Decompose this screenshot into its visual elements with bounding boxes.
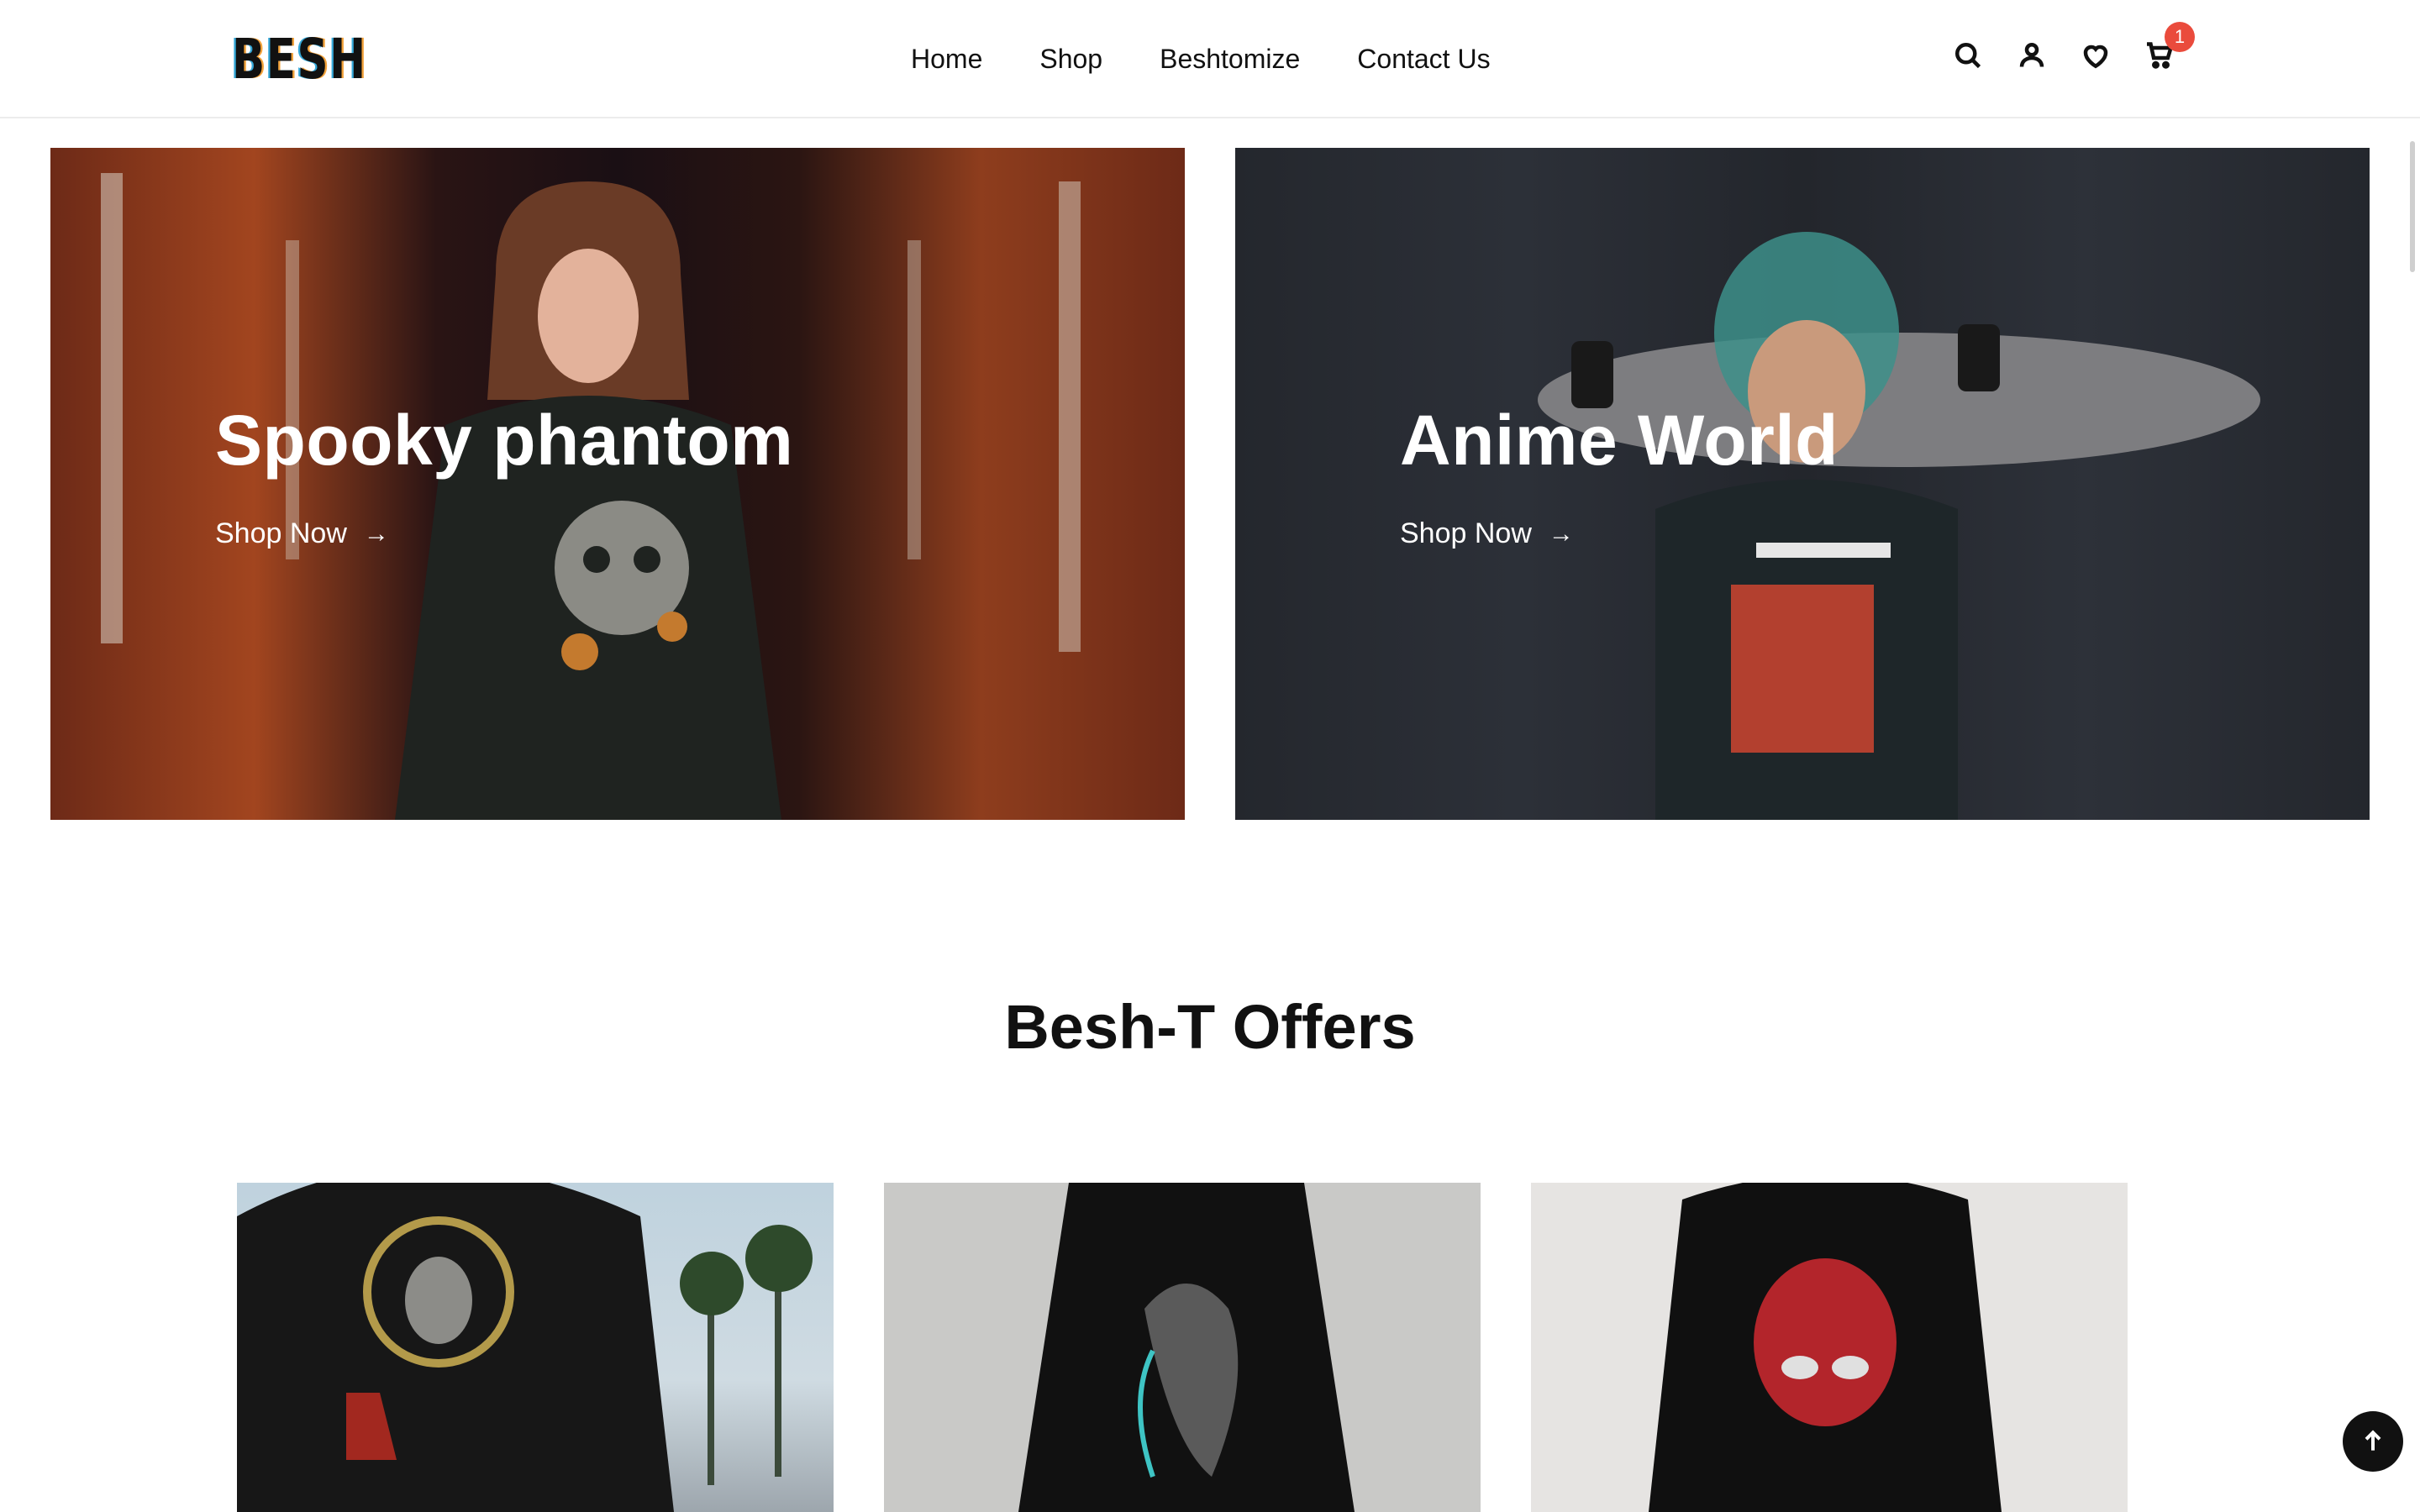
product-card[interactable] (1531, 1183, 2128, 1512)
product-image-hoodie (1018, 1183, 1355, 1512)
logo[interactable]: BESH (232, 30, 405, 89)
banner-title: Anime World (1400, 401, 1839, 480)
nav-home[interactable]: Home (911, 37, 982, 81)
shop-now-label: Shop Now (215, 517, 347, 549)
nav-contact-us[interactable]: Contact Us (1357, 37, 1490, 81)
arrow-up-icon (2365, 1430, 2381, 1451)
nav-shop[interactable]: Shop (1039, 37, 1102, 81)
shop-now-link[interactable]: Shop Now → (215, 517, 389, 550)
banner-anime-world[interactable]: Anime World Shop Now → (1235, 148, 2370, 820)
wishlist-button[interactable] (2077, 37, 2114, 74)
account-icon (2019, 43, 2044, 67)
cart-button[interactable]: 1 (2141, 22, 2195, 74)
product-card[interactable] (884, 1183, 1481, 1512)
product-card[interactable] (237, 1183, 834, 1512)
banner-image-sweatshirt-model (101, 173, 1081, 820)
header-actions: 1 (1949, 22, 2205, 74)
account-button[interactable] (2013, 37, 2050, 74)
back-to-top-button[interactable] (2343, 1411, 2403, 1472)
section-title-offers: Besh-T Offers (1004, 992, 1416, 1062)
site-header: BESH Home Shop Beshtomize Contact Us 1 (0, 0, 2420, 118)
cart-count-badge: 1 (2165, 22, 2195, 52)
shop-now-label: Shop Now (1400, 517, 1532, 549)
logo-text: BESH (232, 27, 367, 92)
scrollbar[interactable] (2410, 141, 2415, 272)
heart-icon (2083, 45, 2108, 69)
banner-title: Spooky phantom (215, 401, 794, 480)
product-image-hoodie (237, 1183, 813, 1512)
banner-spooky-phantom[interactable]: Spooky phantom Shop Now → (50, 148, 1185, 820)
banner-image-tshirt-model (1538, 232, 2260, 820)
search-button[interactable] (1949, 37, 1986, 74)
search-icon (1955, 43, 1981, 69)
shop-now-link[interactable]: Shop Now → (1400, 517, 1574, 550)
product-image-hoodie (1649, 1183, 2002, 1512)
arrow-right-icon: → (1548, 519, 1574, 548)
arrow-right-icon: → (363, 519, 389, 548)
main-nav: Home Shop Beshtomize Contact Us (911, 37, 1548, 81)
nav-beshtomize[interactable]: Beshtomize (1160, 37, 1300, 81)
